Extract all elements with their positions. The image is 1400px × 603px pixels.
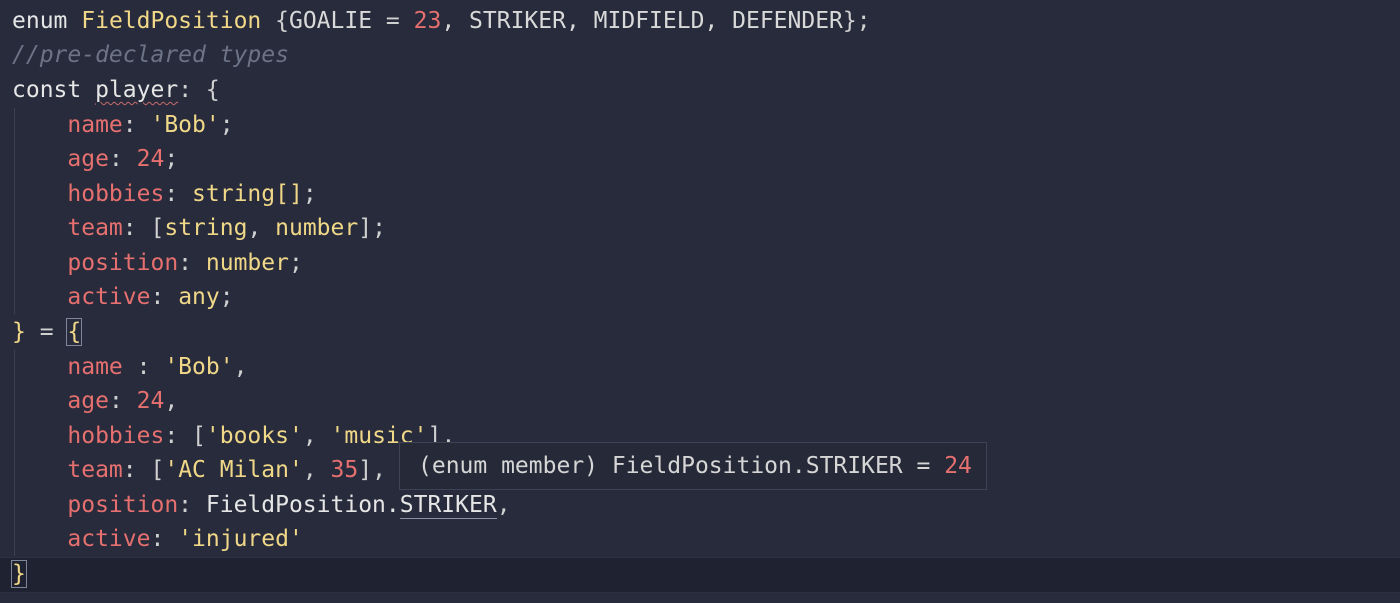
keyword: enum (12, 8, 68, 34)
type-annotation: string (164, 215, 248, 241)
type-annotation: number (205, 250, 289, 276)
bracket: ] (358, 215, 373, 241)
code-line-6[interactable]: hobbies: string[]; (12, 177, 317, 211)
property-name: position (67, 250, 179, 276)
property-name: age (67, 146, 109, 172)
punctuation: : (178, 492, 206, 518)
property-name: name (67, 354, 123, 380)
string-literal: 'AC Milan' (164, 457, 303, 483)
type-annotation: string[] (192, 181, 303, 207)
string-literal: 'Bob' (150, 112, 220, 138)
current-line-highlight (0, 557, 1400, 593)
property-name: age (67, 388, 109, 414)
string-literal: 'injured' (178, 526, 303, 552)
code-line-8[interactable]: position: number; (12, 246, 303, 280)
punctuation: , (302, 457, 331, 483)
bracket: [ (192, 423, 206, 449)
punctuation: : (122, 354, 165, 380)
bracket: ] (358, 457, 373, 483)
punctuation: ; (288, 250, 303, 276)
punctuation: , (164, 388, 179, 414)
punctuation: : { (178, 77, 220, 103)
brace: }; (842, 8, 871, 34)
property-name: team (67, 457, 123, 483)
enum-name: FieldPosition (81, 8, 262, 34)
number-literal: 23 (413, 8, 442, 34)
property-name: name (67, 112, 123, 138)
code-editor[interactable]: enum FieldPosition {GOALIE = 23, STRIKER… (0, 0, 1400, 603)
punctuation: : (178, 250, 206, 276)
property-name: position (67, 492, 179, 518)
punctuation: : (108, 388, 137, 414)
matched-brace: } (11, 560, 27, 588)
punctuation: : (108, 146, 137, 172)
code-line-12[interactable]: age: 24, (12, 384, 178, 418)
type-annotation: number (275, 215, 359, 241)
string-literal: 'books' (205, 423, 303, 449)
bracket: [ (150, 215, 165, 241)
punctuation: , (233, 354, 248, 380)
code-line-9[interactable]: active: any; (12, 280, 234, 314)
code-line-1[interactable]: enum FieldPosition {GOALIE = 23, STRIKER… (12, 4, 871, 38)
bracket: [ (150, 457, 165, 483)
tooltip-value: 24 (944, 453, 972, 479)
keyword: const (12, 77, 82, 103)
brace: { (275, 8, 289, 34)
code-line-7[interactable]: team: [string, number]; (12, 211, 386, 245)
brace: } (12, 319, 26, 345)
punctuation: , (496, 492, 511, 518)
property-name: hobbies (67, 181, 165, 207)
code-line-14[interactable]: team: ['AC Milan', 35], (12, 453, 386, 487)
hovered-enum-member[interactable]: STRIKER (399, 492, 497, 519)
code-line-11[interactable]: name : 'Bob', (12, 350, 247, 384)
punctuation: : (122, 112, 151, 138)
punctuation: : (150, 526, 179, 552)
operator: = (372, 8, 414, 34)
punctuation: ; (164, 146, 179, 172)
punctuation: , (302, 423, 331, 449)
punctuation: : (164, 181, 193, 207)
punctuation: : (122, 457, 151, 483)
type-annotation: any (178, 284, 220, 310)
enum-reference: FieldPosition. (205, 492, 400, 518)
number-literal: 24 (136, 146, 165, 172)
matched-brace: { (66, 318, 83, 346)
code-line-5[interactable]: age: 24; (12, 142, 178, 176)
punctuation: ; (372, 215, 386, 241)
property-name: active (67, 526, 151, 552)
hover-tooltip: (enum member) FieldPosition.STRIKER = 24 (399, 442, 987, 490)
code-line-10[interactable]: } = { (12, 315, 83, 349)
punctuation: , (372, 457, 386, 483)
number-literal: 35 (330, 457, 359, 483)
tooltip-label: (enum member) FieldPosition.STRIKER = (418, 453, 945, 479)
punctuation: , (247, 215, 276, 241)
operator: = (25, 319, 68, 345)
code-line-3[interactable]: const player: { (12, 73, 220, 107)
comment: //pre-declared types (12, 42, 289, 68)
punctuation: ; (219, 112, 234, 138)
code-line-13[interactable]: hobbies: ['books', 'music'], (12, 419, 455, 453)
code-line-16[interactable]: active: 'injured' (12, 522, 303, 556)
enum-members: , STRIKER, MIDFIELD, DEFENDER (441, 8, 843, 34)
code-line-4[interactable]: name: 'Bob'; (12, 108, 234, 142)
number-literal: 24 (136, 388, 165, 414)
punctuation: : (150, 284, 179, 310)
punctuation: ; (302, 181, 317, 207)
property-name: hobbies (67, 423, 165, 449)
string-literal: 'Bob' (164, 354, 234, 380)
code-line-2[interactable]: //pre-declared types (12, 38, 289, 72)
property-name: active (67, 284, 151, 310)
punctuation: : (122, 215, 151, 241)
punctuation: ; (219, 284, 234, 310)
code-line-15[interactable]: position: FieldPosition.STRIKER, (12, 488, 511, 522)
enum-member: GOALIE (288, 8, 373, 34)
punctuation: : (164, 423, 193, 449)
variable-name: player (95, 77, 179, 103)
code-line-17[interactable]: } (11, 557, 27, 591)
property-name: team (67, 215, 123, 241)
